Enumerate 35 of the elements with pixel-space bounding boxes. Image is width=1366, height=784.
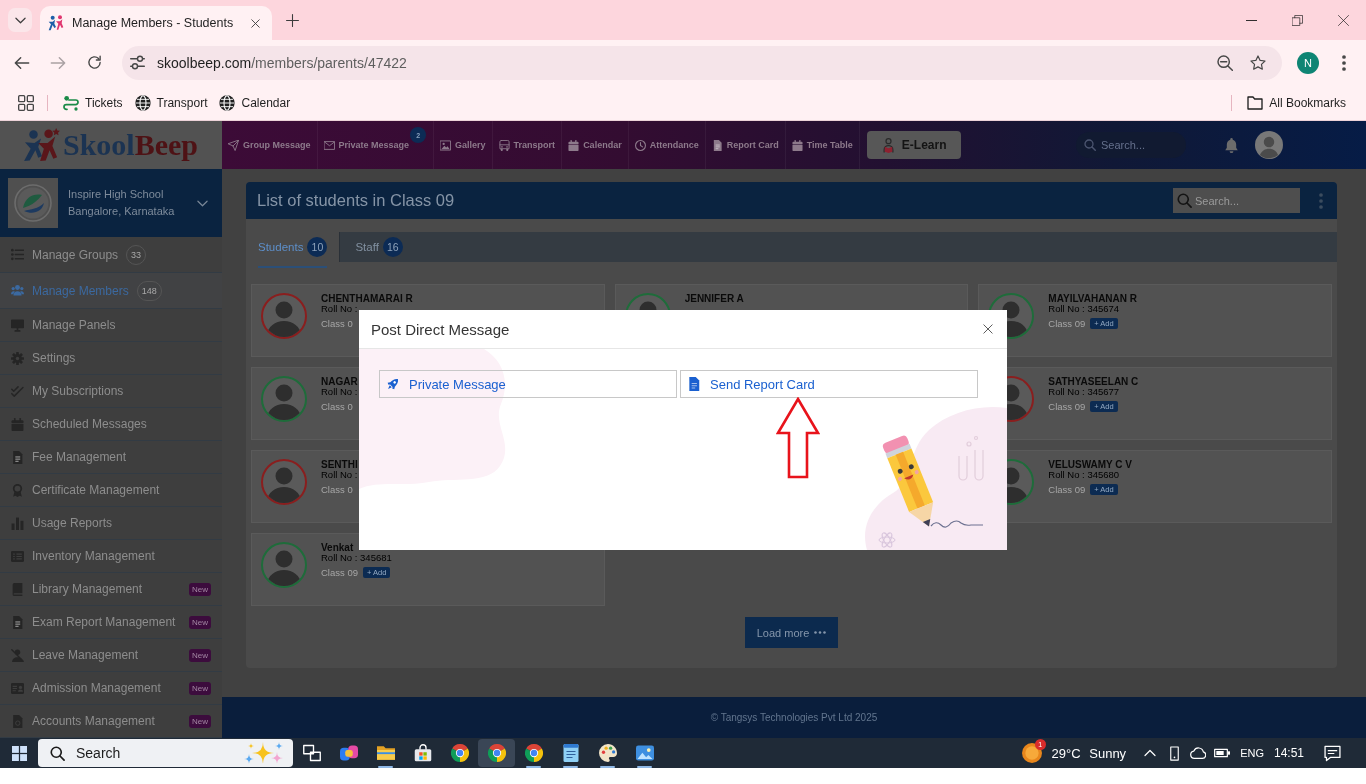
class-label: Class 0 bbox=[321, 317, 353, 329]
student-name: JENNIFER A bbox=[684, 293, 744, 304]
student-name: Venkat bbox=[321, 542, 354, 553]
roll-number: Roll No : bbox=[321, 387, 358, 397]
logo-text: SkoolBeep bbox=[63, 130, 199, 160]
roll-number: Roll No : 345674 bbox=[1048, 304, 1120, 314]
class-label: Class 09 bbox=[1048, 483, 1086, 495]
class-label: Class 0 bbox=[321, 483, 353, 495]
new-badge: New bbox=[189, 582, 211, 596]
school-name: Inspire High School bbox=[68, 188, 165, 201]
count-badge: 16 bbox=[382, 237, 403, 257]
new-badge: New bbox=[189, 681, 211, 695]
count-badge: 10 bbox=[307, 237, 328, 257]
roll-number: Roll No : 345681 bbox=[321, 553, 392, 563]
student-name: VELUSWAMY C V bbox=[1048, 459, 1133, 470]
roll-number: Roll No : bbox=[321, 470, 358, 480]
modal-title: Post Direct Message bbox=[371, 320, 510, 338]
new-badge: New bbox=[189, 615, 211, 629]
roll-number: Roll No : 345677 bbox=[1048, 387, 1120, 397]
student-name: MAYILVAHANAN R bbox=[1048, 293, 1138, 304]
student-name: CHENTHAMARAI R bbox=[321, 293, 413, 304]
new-badge: New bbox=[189, 648, 211, 662]
class-label: Class 09 bbox=[321, 566, 358, 578]
roll-number: Roll No : bbox=[321, 304, 358, 314]
new-badge: New bbox=[189, 714, 211, 728]
student-name: SENTHI bbox=[321, 459, 358, 470]
student-name: SATHYASEELAN C bbox=[1048, 376, 1139, 387]
roll-number: Roll No : 345680 bbox=[1048, 470, 1120, 480]
copyright-text: © Tangsys Technologies Pvt Ltd 2025 bbox=[710, 712, 878, 723]
panel-title: List of students in Class 09 bbox=[257, 191, 455, 210]
class-label: Class 09 bbox=[1048, 317, 1086, 329]
school-location: Bangalore, Karnataka bbox=[68, 205, 176, 218]
class-label: Class 09 bbox=[1048, 400, 1086, 412]
class-label: Class 0 bbox=[321, 400, 353, 412]
student-name: NAGAR bbox=[321, 376, 358, 387]
